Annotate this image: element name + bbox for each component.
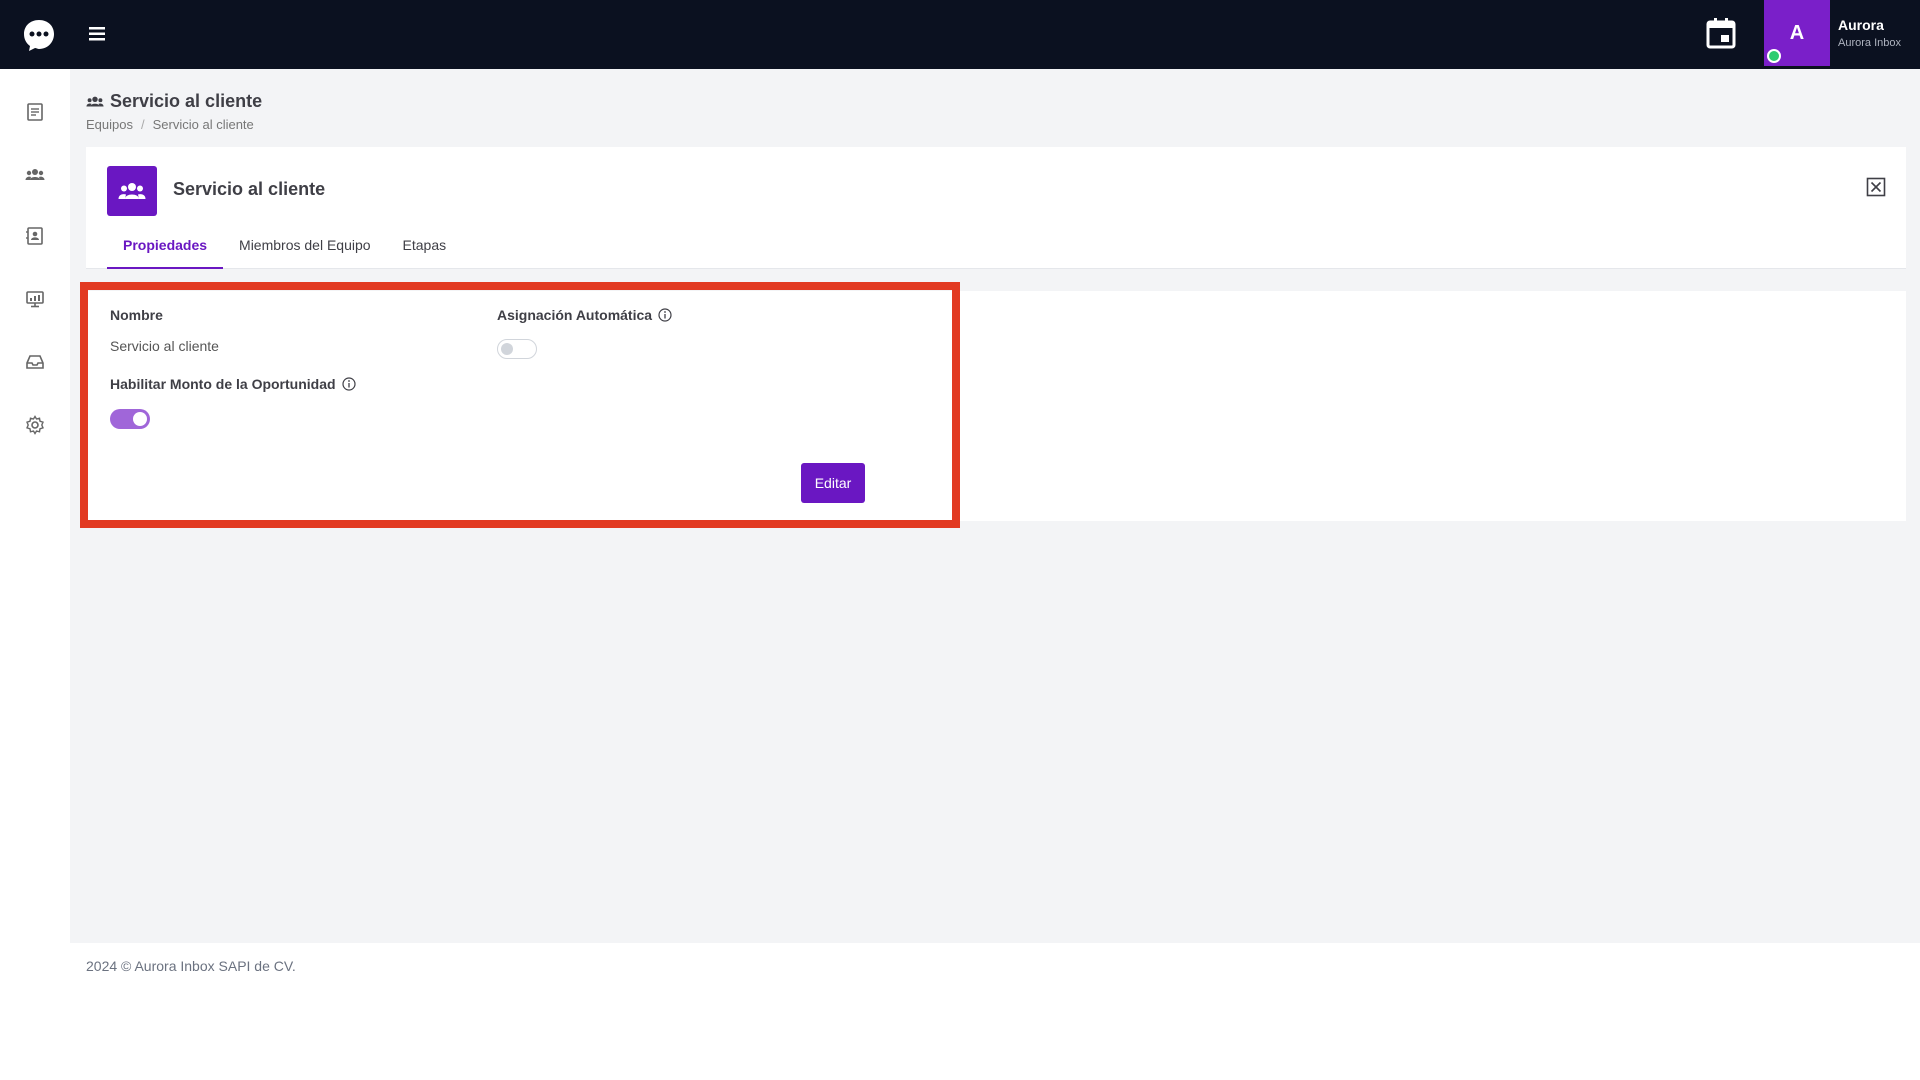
tab-properties[interactable]: Propiedades xyxy=(107,227,224,269)
name-value: Servicio al cliente xyxy=(110,338,219,354)
users-icon xyxy=(86,96,104,106)
opportunity-label: Habilitar Monto de la Oportunidad xyxy=(110,376,356,392)
toggle-knob xyxy=(501,343,513,355)
edit-button[interactable]: Editar xyxy=(801,463,865,503)
gear-icon xyxy=(26,415,44,435)
auto-assign-toggle[interactable] xyxy=(497,339,537,359)
info-icon[interactable] xyxy=(658,308,672,322)
sidebar-item-conversations[interactable] xyxy=(22,99,48,125)
monitor-chart-icon xyxy=(26,291,44,308)
close-icon[interactable] xyxy=(1866,177,1886,197)
page-title-text: Servicio al cliente xyxy=(110,91,263,111)
name-label: Nombre xyxy=(110,307,163,323)
sidebar-item-settings[interactable] xyxy=(22,412,48,438)
team-header-card: Servicio al cliente Propiedades Miembros… xyxy=(86,147,1906,269)
sidebar-item-teams[interactable] xyxy=(22,162,48,188)
user-name[interactable]: Aurora xyxy=(1838,17,1884,33)
properties-card xyxy=(86,291,1906,521)
online-status-indicator xyxy=(1767,49,1781,63)
user-organization: Aurora Inbox xyxy=(1838,37,1901,49)
sidebar-item-reports[interactable] xyxy=(22,286,48,312)
opportunity-label-text: Habilitar Monto de la Oportunidad xyxy=(110,376,336,392)
page-title: Servicio al cliente xyxy=(86,91,262,112)
footer-copyright: 2024 © Aurora Inbox SAPI de CV. xyxy=(86,958,296,974)
name-label-text: Nombre xyxy=(110,307,163,323)
calendar-icon[interactable] xyxy=(1706,17,1736,49)
breadcrumb-item-teams[interactable]: Equipos xyxy=(86,117,133,132)
sidebar-item-inbox[interactable] xyxy=(22,349,48,375)
hamburger-menu-icon[interactable] xyxy=(86,22,110,46)
team-avatar xyxy=(107,166,157,216)
users-icon xyxy=(118,183,146,199)
info-icon[interactable] xyxy=(341,377,356,391)
contact-card-icon xyxy=(26,227,43,245)
tab-team-members[interactable]: Miembros del Equipo xyxy=(223,227,387,269)
chat-logo-icon[interactable] xyxy=(22,18,56,52)
auto-assign-label-text: Asignación Automática xyxy=(497,307,653,323)
breadcrumb: Equipos / Servicio al cliente xyxy=(86,117,254,132)
auto-assign-label: Asignación Automática xyxy=(497,307,672,323)
tab-stages[interactable]: Etapas xyxy=(387,227,463,269)
main-content: Servicio al cliente Equipos / Servicio a… xyxy=(70,69,1920,943)
top-navbar: A Aurora Aurora Inbox xyxy=(0,0,1920,69)
team-name: Servicio al cliente xyxy=(173,179,326,199)
document-list-icon xyxy=(27,103,43,121)
team-tabs: Propiedades Miembros del Equipo Etapas xyxy=(107,227,462,269)
opportunity-toggle[interactable] xyxy=(110,409,150,429)
breadcrumb-item-current: Servicio al cliente xyxy=(152,117,254,132)
left-sidebar xyxy=(0,69,70,1080)
toggle-knob xyxy=(133,412,147,426)
sidebar-item-contacts[interactable] xyxy=(22,223,48,249)
users-icon xyxy=(25,169,45,180)
inbox-tray-icon xyxy=(26,355,44,369)
breadcrumb-separator: / xyxy=(140,117,145,132)
